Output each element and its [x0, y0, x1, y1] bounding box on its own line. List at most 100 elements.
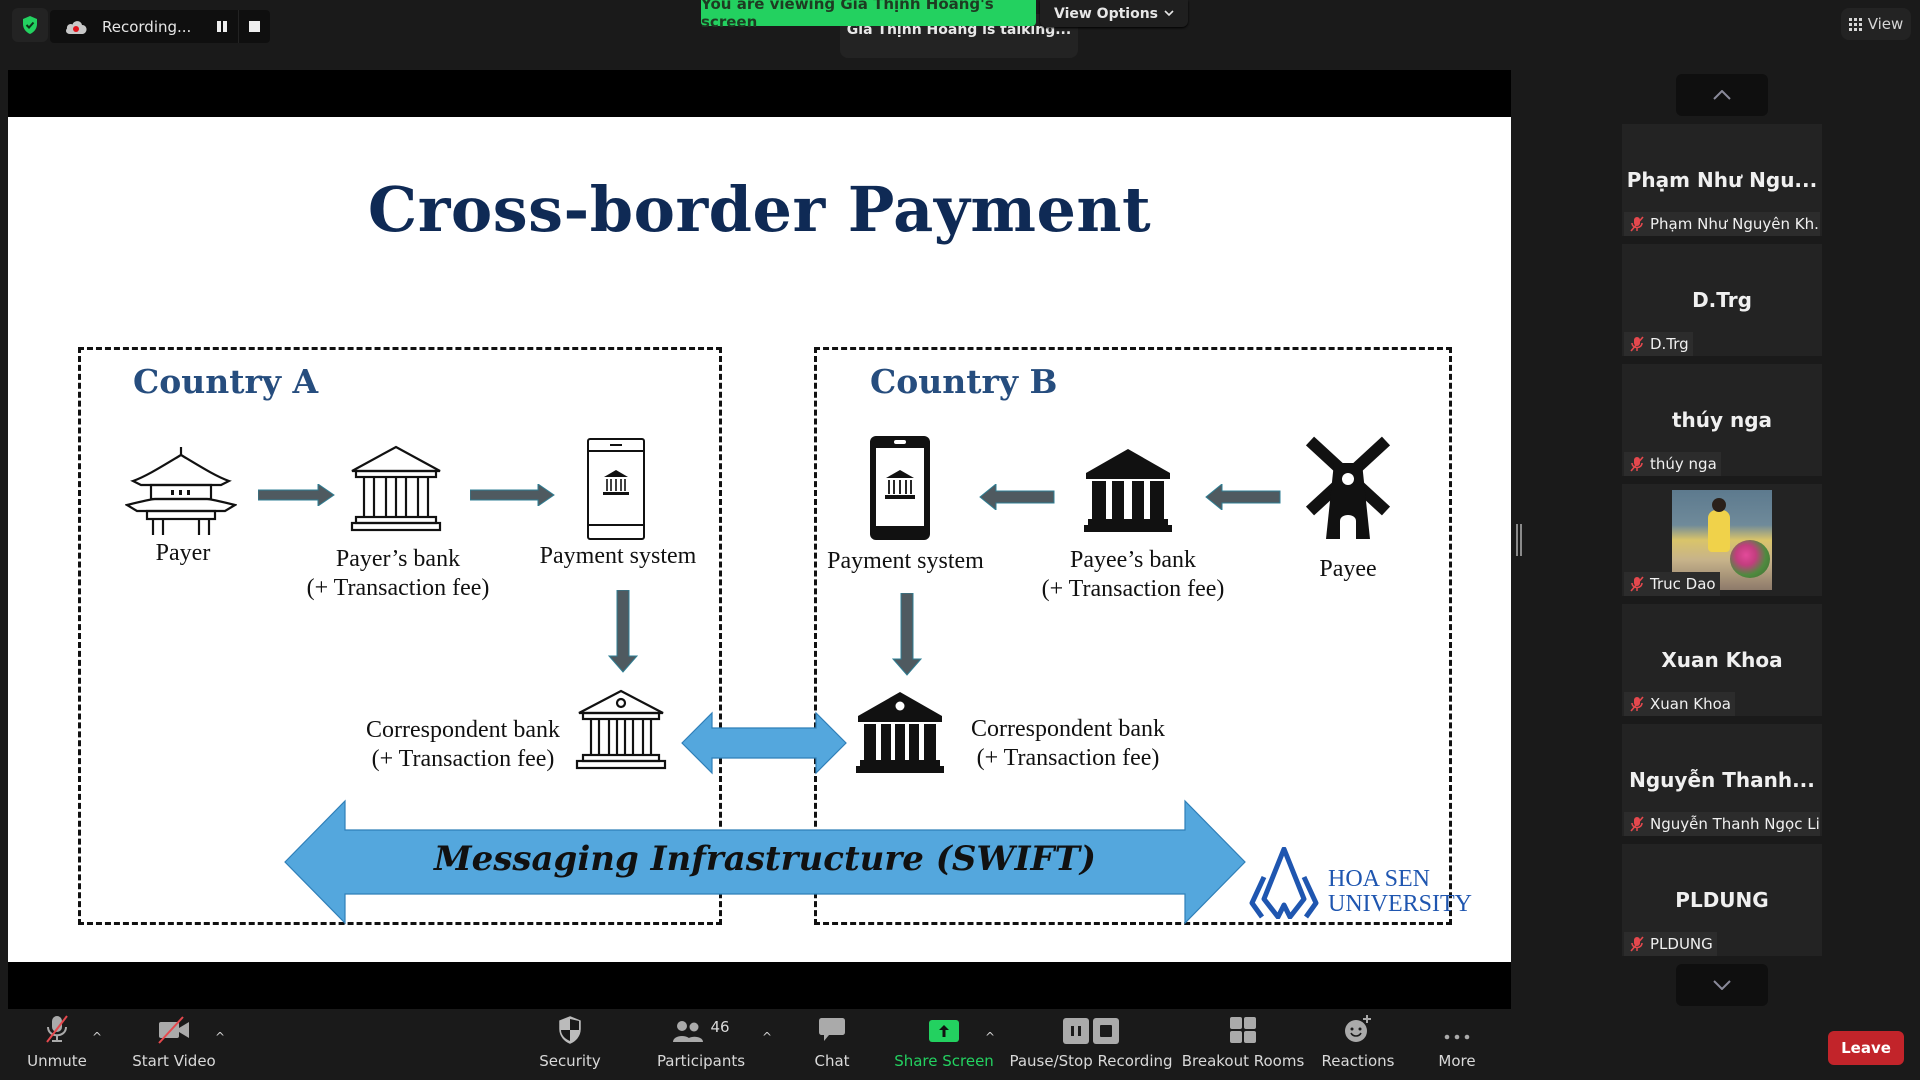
scroll-up-button[interactable]	[1676, 74, 1768, 116]
view-options-button[interactable]: View Options	[1040, 0, 1188, 27]
security-shield-badge[interactable]	[12, 8, 48, 42]
participant-name: thúy nga	[1650, 455, 1717, 473]
participant-name: D.Trg	[1650, 335, 1689, 353]
flow-arrow-right-icon	[470, 484, 555, 506]
chevron-up-icon	[1713, 90, 1731, 100]
share-screen-label: Share Screen	[894, 1052, 994, 1070]
video-options-caret[interactable]: ^	[215, 1030, 225, 1044]
microphone-muted-icon	[1630, 936, 1644, 952]
participant-display-name: Xuan Khoa	[1661, 648, 1783, 672]
chevron-down-icon	[1713, 980, 1731, 990]
country-b-label: Country B	[870, 362, 1058, 401]
scroll-down-button[interactable]	[1676, 964, 1768, 1006]
payees-bank-icon	[1084, 449, 1172, 532]
swift-label: Messaging Infrastructure (SWIFT)	[433, 839, 1097, 879]
flow-arrow-left-icon	[979, 484, 1055, 510]
participants-label: Participants	[656, 1052, 746, 1070]
payment-system-b-label: Payment system	[827, 548, 984, 574]
chat-label: Chat	[814, 1052, 850, 1070]
hoa-sen-university-logo-icon	[1249, 847, 1319, 919]
participant-name-tag: thúy nga	[1624, 452, 1721, 476]
pause-recording-button[interactable]	[206, 10, 238, 43]
participant-name-tag: Phạm Như Nguyên Kh...	[1624, 212, 1820, 236]
unmute-button[interactable]: Unmute	[22, 1010, 92, 1080]
chat-bubble-icon	[819, 1018, 845, 1041]
start-video-button[interactable]: Start Video	[130, 1010, 218, 1080]
video-camera-off-icon	[158, 1016, 189, 1044]
participant-tile[interactable]: D.Trg D.Trg	[1622, 244, 1822, 356]
pause-stop-recording-button[interactable]: Pause/Stop Recording	[1009, 1010, 1173, 1080]
more-label: More	[1438, 1052, 1476, 1070]
payer-label: Payer	[155, 540, 211, 566]
correspondent-bank-b-icon	[856, 692, 944, 773]
grid-view-icon	[1848, 17, 1862, 31]
participant-name: Truc Dao	[1650, 575, 1716, 593]
participant-tile[interactable]: Xuan Khoa Xuan Khoa	[1622, 604, 1822, 716]
participant-display-name: D.Trg	[1692, 288, 1752, 312]
participant-name-tag: D.Trg	[1624, 332, 1693, 356]
security-button[interactable]: Security	[530, 1010, 610, 1080]
participant-name-tag: Nguyễn Thanh Ngọc Li...	[1624, 812, 1820, 836]
flow-arrow-right-icon	[258, 484, 335, 506]
payers-bank-fee-label: (+ Transaction fee)	[306, 575, 490, 601]
windmill-payee-icon	[1305, 436, 1391, 539]
chevron-down-icon	[1164, 10, 1174, 17]
participant-display-name: PLDUNG	[1675, 888, 1769, 912]
chat-button[interactable]: Chat	[802, 1010, 862, 1080]
microphone-muted-icon	[1630, 216, 1644, 232]
microphone-muted-icon	[1630, 336, 1644, 352]
share-screen-icon	[929, 1020, 959, 1042]
logo-line-2: UNIVERSITY	[1328, 891, 1472, 917]
payers-bank-label: Payer’s bank	[335, 546, 461, 572]
presentation-slide: Cross-border Payment Country A Country B…	[8, 117, 1511, 962]
participants-button[interactable]: 46 Participants	[655, 1010, 747, 1080]
participant-display-name: Phạm Như Ngu...	[1626, 168, 1818, 192]
participant-tile[interactable]: Nguyễn Thanh... Nguyễn Thanh Ngọc Li...	[1622, 724, 1822, 836]
participant-name-tag: Truc Dao	[1624, 572, 1720, 596]
participant-tile[interactable]: Truc Dao	[1622, 484, 1822, 596]
slide-title: Cross-border Payment	[367, 173, 1152, 246]
microphone-muted-icon	[1630, 456, 1644, 472]
share-screen-options-caret[interactable]: ^	[985, 1030, 995, 1044]
participants-options-caret[interactable]: ^	[762, 1030, 772, 1044]
reactions-label: Reactions	[1321, 1052, 1395, 1070]
payee-label: Payee	[1319, 556, 1377, 582]
microphone-muted-icon	[1630, 696, 1644, 712]
more-button[interactable]: More	[1427, 1010, 1487, 1080]
reactions-button[interactable]: Reactions	[1318, 1010, 1398, 1080]
participant-name: Phạm Như Nguyên Kh...	[1650, 215, 1820, 233]
stop-recording-button[interactable]	[237, 10, 270, 43]
payers-bank-icon	[350, 445, 442, 532]
shield-check-icon	[23, 16, 37, 34]
correspondent-bank-a-icon	[575, 689, 667, 770]
view-layout-button[interactable]: View	[1841, 8, 1911, 40]
correspondent-bank-b-label: Correspondent bank	[971, 716, 1165, 742]
correspondent-bank-a-fee-label: (+ Transaction fee)	[371, 746, 555, 772]
country-a-label: Country A	[133, 362, 319, 401]
share-screen-button[interactable]: Share Screen	[894, 1010, 994, 1080]
breakout-rooms-label: Breakout Rooms	[1181, 1052, 1305, 1070]
breakout-rooms-button[interactable]: Breakout Rooms	[1182, 1010, 1304, 1080]
cloud-recording-icon	[64, 18, 88, 36]
payment-system-phone-icon	[587, 438, 645, 540]
participant-name: Xuan Khoa	[1650, 695, 1731, 713]
participant-tile[interactable]: Phạm Như Ngu... Phạm Như Nguyên Kh...	[1622, 124, 1822, 236]
interbank-double-arrow-icon	[681, 711, 847, 775]
security-shield-icon	[559, 1016, 581, 1044]
leave-meeting-button[interactable]: Leave	[1828, 1031, 1904, 1065]
flow-arrow-left-icon	[1205, 484, 1281, 510]
panel-resize-handle[interactable]	[1515, 524, 1523, 556]
university-logo-text: HOA SEN UNIVERSITY	[1328, 867, 1472, 917]
participant-tile[interactable]: thúy nga thúy nga	[1622, 364, 1822, 476]
participant-display-name: thúy nga	[1671, 408, 1773, 432]
flow-arrow-down-icon	[608, 590, 638, 673]
security-label: Security	[539, 1052, 601, 1070]
stop-icon	[248, 21, 260, 32]
audio-options-caret[interactable]: ^	[92, 1030, 102, 1044]
participant-name: PLDUNG	[1650, 935, 1713, 953]
correspondent-bank-b-fee-label: (+ Transaction fee)	[976, 745, 1160, 771]
correspondent-bank-a-label: Correspondent bank	[366, 717, 560, 743]
participant-tile[interactable]: PLDUNG PLDUNG	[1622, 844, 1822, 956]
pause-icon	[216, 21, 227, 32]
microphone-muted-icon	[1630, 576, 1644, 592]
